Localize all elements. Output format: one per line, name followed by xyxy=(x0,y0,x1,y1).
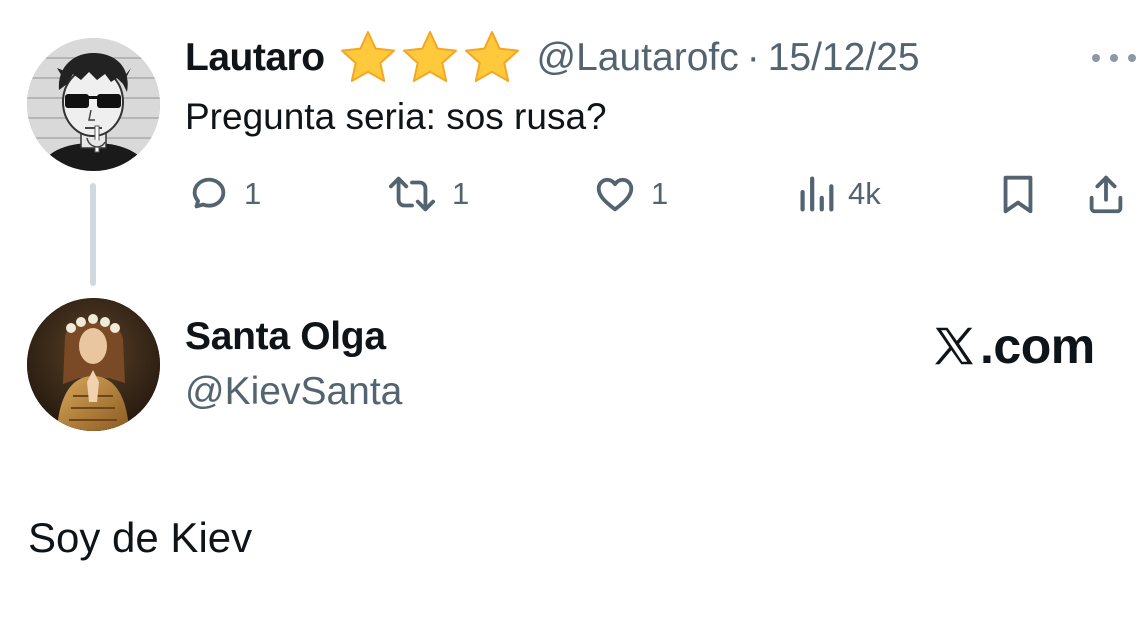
retweet-button[interactable]: 1 xyxy=(384,168,469,220)
author-display-name[interactable]: Lautaro xyxy=(185,36,325,80)
retweet-count: 1 xyxy=(452,176,470,211)
like-count: 1 xyxy=(651,176,669,211)
reply-author-handle[interactable]: @KievSanta xyxy=(185,370,402,414)
thread-connector-line xyxy=(90,183,96,286)
star-emoji-icon xyxy=(337,29,399,87)
reply-button[interactable]: 1 xyxy=(186,168,261,220)
reply-count: 1 xyxy=(244,176,262,211)
avatar-santa-olga[interactable] xyxy=(27,298,160,431)
like-icon xyxy=(596,177,634,212)
tweet-text: Pregunta seria: sos rusa? xyxy=(185,96,607,137)
bookmark-button[interactable] xyxy=(997,168,1039,220)
x-com-brand: .com xyxy=(930,316,1095,376)
view-count: 4k xyxy=(848,176,881,211)
x-logo-icon xyxy=(935,327,973,365)
star-emoji-icon xyxy=(461,29,523,87)
reply-author-display-name[interactable]: Santa Olga xyxy=(185,315,386,359)
views-icon xyxy=(800,176,834,212)
share-button[interactable] xyxy=(1084,168,1128,220)
retweet-icon xyxy=(389,176,436,212)
reply-icon xyxy=(192,177,226,209)
author-handle[interactable]: @Lautarofc xyxy=(537,36,739,80)
views-button[interactable]: 4k xyxy=(796,168,881,220)
share-icon xyxy=(1089,175,1123,214)
tweet-date[interactable]: 15/12/25 xyxy=(768,36,920,80)
more-icon[interactable] xyxy=(1092,48,1136,68)
name-badges xyxy=(337,29,523,87)
separator-dot: · xyxy=(746,36,760,79)
star-emoji-icon xyxy=(399,29,461,87)
tweet-header: Lautaro @Lautarofc · 15/12/25 xyxy=(185,28,920,88)
avatar-lautaro[interactable] xyxy=(27,38,160,171)
like-button[interactable]: 1 xyxy=(591,168,668,220)
bookmark-icon xyxy=(1003,175,1033,214)
brand-text: .com xyxy=(980,318,1095,374)
reply-text: Soy de Kiev xyxy=(28,514,253,561)
